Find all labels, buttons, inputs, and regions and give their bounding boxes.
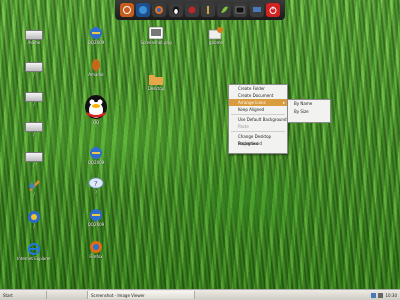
menu-separator — [231, 114, 285, 115]
amarok-icon — [88, 58, 104, 72]
submenu-arrow-icon: ▸ — [282, 100, 285, 105]
mail-icon[interactable] — [184, 3, 199, 17]
screenshot-icon[interactable]: Screenshot.png — [136, 26, 176, 45]
app-glyph-icon — [26, 210, 42, 224]
menu-item-default-background[interactable]: Use Default Background — [229, 116, 287, 123]
pen-icon — [26, 178, 42, 192]
arrange-submenu: By Name By Size — [287, 99, 331, 123]
leaf-app-icon[interactable]: Amarok — [76, 58, 116, 77]
network-icon[interactable] — [371, 292, 377, 298]
desktop-context-menu: Create Folder Create Document Arrange Ic… — [228, 84, 288, 154]
app-icon-12[interactable]: QQ2009 — [76, 146, 116, 165]
drive-icon-3[interactable]: / — [14, 88, 54, 107]
menu-item-label: Arrange Icons — [238, 100, 266, 105]
qq-penguin-icon[interactable]: QQ — [76, 92, 116, 125]
menu-item-properties[interactable]: Properties — [229, 140, 287, 147]
menu-item-keep-aligned[interactable]: Keep Aligned — [229, 106, 287, 113]
firefox-icon[interactable] — [152, 3, 167, 17]
top-dock — [115, 0, 285, 20]
submenu-item-by-size[interactable]: By Size — [288, 108, 330, 116]
menu-item-paste[interactable]: Paste — [229, 123, 287, 130]
clock[interactable]: 10:30 — [385, 293, 397, 298]
app-icon-9[interactable]: QQ2009 — [76, 26, 116, 45]
qq-app-icon-2 — [88, 146, 104, 160]
globe-icon[interactable] — [136, 3, 151, 17]
folder-icon[interactable]: Desktop — [136, 72, 176, 91]
app-icon-6[interactable]: / — [14, 178, 54, 197]
app-icon-14[interactable]: QQ2009 — [76, 208, 116, 227]
system-tray: 10:30 — [368, 291, 400, 299]
archive-icon[interactable]: gnome — [196, 26, 236, 45]
submenu-item-by-name[interactable]: By Name — [288, 100, 330, 108]
firefox-browser-icon — [88, 240, 104, 254]
ie-icon[interactable]: Internet Explorer — [14, 242, 54, 261]
menu-item-create-document[interactable]: Create Document — [229, 92, 287, 99]
penguin-mascot-icon — [83, 92, 109, 120]
menu-item-change-background[interactable]: Change Desktop Background — [229, 133, 287, 146]
menu-item-create-folder[interactable]: Create Folder — [229, 85, 287, 92]
qq-app-icon-3 — [88, 208, 104, 222]
power-icon[interactable] — [265, 3, 280, 17]
leaf-icon[interactable] — [217, 3, 232, 17]
start-button[interactable]: Start — [0, 291, 47, 299]
internet-explorer-icon — [26, 242, 42, 256]
terminal-icon[interactable] — [233, 3, 248, 17]
taskbar: Start Screenshot - Image Viewer 10:30 — [0, 289, 400, 300]
drive-icon-2[interactable]: / — [14, 58, 54, 77]
tools-icon[interactable] — [201, 3, 216, 17]
qq-app-icon — [88, 26, 104, 40]
firefox-desk-icon[interactable]: Firefox — [76, 240, 116, 259]
menu-item-arrange-icons[interactable]: Arrange Icons ▸ — [229, 99, 287, 106]
penguin-icon[interactable] — [168, 3, 183, 17]
package-icon — [208, 26, 224, 40]
desktop-folder-icon — [148, 72, 164, 86]
volume-icon[interactable] — [378, 292, 384, 298]
quick-launch — [47, 291, 88, 299]
ubuntu-icon[interactable] — [120, 3, 135, 17]
drive-icon-4[interactable]: / — [14, 118, 54, 137]
menu-separator — [231, 131, 285, 132]
taskbar-window-button[interactable]: Screenshot - Image Viewer — [88, 291, 195, 299]
drive-icon-5[interactable]: / — [14, 148, 54, 167]
question-icon[interactable]: ? ? — [76, 176, 116, 195]
svg-text:?: ? — [94, 180, 98, 188]
image-file-icon — [148, 26, 164, 40]
help-icon: ? — [88, 176, 104, 190]
monitor-icon[interactable] — [249, 3, 264, 17]
drive-icon-1[interactable]: /home — [14, 26, 54, 45]
app-icon-7[interactable]: / — [14, 210, 54, 229]
